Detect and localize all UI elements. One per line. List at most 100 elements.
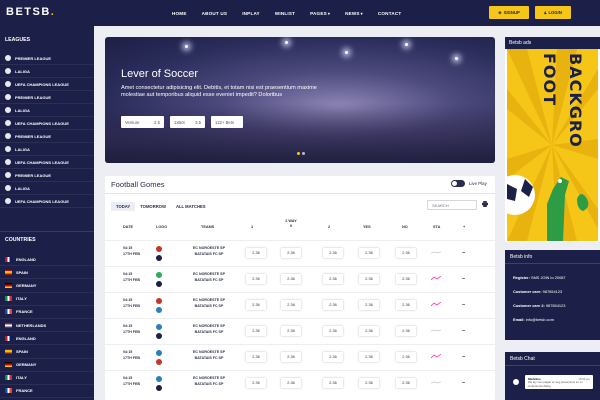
sidebar-item-label: ITALY xyxy=(16,375,27,381)
sidebar-item-country[interactable]: SPAIN xyxy=(0,266,94,280)
minus-icon[interactable] xyxy=(462,304,465,305)
odd-button[interactable]: 2.36 xyxy=(246,248,266,258)
ad-text-background: BACKGRO xyxy=(566,53,585,148)
tab-all-matches[interactable]: ALL MATCHES xyxy=(171,202,211,211)
odd-button[interactable]: 2.36 xyxy=(323,326,343,336)
odd-button[interactable]: 2.36 xyxy=(246,326,266,336)
login-button[interactable]: 🔒︎ LOGIN xyxy=(535,6,571,19)
odd-button[interactable]: 2.36 xyxy=(323,300,343,310)
sidebar-item-league[interactable]: PREMIER LEAGUE xyxy=(0,52,94,65)
sidebar-item-league[interactable]: PREMIER LEAGUE xyxy=(0,169,94,182)
nav-contact[interactable]: CONTACT xyxy=(378,11,402,16)
odd-button[interactable]: 2.36 xyxy=(396,326,416,336)
sidebar-item-league[interactable]: UEFA CHAMPIONS LEAGUE xyxy=(0,78,94,91)
odd-button[interactable]: 2.36 xyxy=(359,248,379,258)
table-row[interactable]: 04:15 17TH FEB EC NOROESTE SP BATATAIS FC S… xyxy=(105,292,495,316)
odd-button[interactable]: 2.36 xyxy=(323,378,343,388)
odd-button[interactable]: 2.36 xyxy=(359,326,379,336)
info-title: Betsb info xyxy=(505,250,600,264)
sidebar-item-country[interactable]: ITALY xyxy=(0,293,94,306)
odd-button[interactable]: 2.36 xyxy=(281,378,301,388)
sidebar-item-country[interactable]: ENGLAND xyxy=(0,253,94,267)
sidebar-item-country[interactable]: SPAIN xyxy=(0,345,94,359)
sidebar-item-country[interactable]: GERMANY xyxy=(0,279,94,293)
sidebar-item-country[interactable]: NETHERLANDS xyxy=(0,319,94,333)
nav-pages[interactable]: PAGES▾ xyxy=(310,11,330,16)
login-label: LOGIN xyxy=(548,10,562,15)
sidebar-item-league[interactable]: PREMIER LEAGUE xyxy=(0,91,94,104)
site-logo[interactable]: BETSB. xyxy=(6,6,55,18)
table-row[interactable]: 04:15 17TH FEB EC NOROESTE SP BATATAIS FC S… xyxy=(105,266,495,290)
sidebar-item-league[interactable]: LALIGA xyxy=(0,182,94,195)
sidebar-item-label: FRANCE xyxy=(16,309,33,315)
sidebar-item-country[interactable]: GERMANY xyxy=(0,359,94,372)
print-icon[interactable] xyxy=(482,201,488,207)
nav-inplay[interactable]: INPLAY xyxy=(242,11,260,16)
email-value[interactable]: info@betsb.com xyxy=(526,317,554,322)
hero-odd-pill[interactable]: 1xBet 3.5 xyxy=(170,116,205,128)
odd-button[interactable]: 2.36 xyxy=(323,248,343,258)
team-logo-icon xyxy=(156,333,162,339)
pagination-dot[interactable] xyxy=(302,152,305,155)
odd-button[interactable]: 2.36 xyxy=(281,352,301,362)
odd-button[interactable]: 2.36 xyxy=(281,300,301,310)
table-row[interactable]: 04:15 17TH FEB EC NOROESTE SP BATATAIS FC S… xyxy=(105,240,495,264)
avatar xyxy=(513,379,519,385)
search-input[interactable] xyxy=(427,200,477,210)
odd-button[interactable]: 2.36 xyxy=(281,326,301,336)
odd-button[interactable]: 2.36 xyxy=(359,378,379,388)
live-play-toggle[interactable] xyxy=(451,180,465,187)
sidebar-item-country[interactable]: ENGLAND xyxy=(0,332,94,346)
odd-button[interactable]: 2.36 xyxy=(359,274,379,284)
sidebar-item-league[interactable]: UEFA CHAMPIONS LEAGUE xyxy=(0,156,94,169)
table-row[interactable]: 04:15 17TH FEB EC NOROESTE SP BATATAIS FC S… xyxy=(105,370,495,394)
sidebar-item-league[interactable]: PREMIER LEAGUE xyxy=(0,130,94,143)
sidebar-item-label: ENGLAND xyxy=(16,335,36,341)
odd-button[interactable]: 2.36 xyxy=(396,378,416,388)
sidebar-item-league[interactable]: UEFA CHAMPIONS LEAGUE xyxy=(0,117,94,130)
nav-about-us[interactable]: ABOUT US xyxy=(202,11,228,16)
minus-icon[interactable] xyxy=(462,356,465,357)
sidebar-item-country[interactable]: ITALY xyxy=(0,372,94,385)
odd-button[interactable]: 2.36 xyxy=(246,274,266,284)
team-logo-icon xyxy=(156,246,162,252)
odd-button[interactable]: 2.36 xyxy=(396,300,416,310)
odd-button[interactable]: 2.36 xyxy=(396,274,416,284)
nav-news[interactable]: NEWS▾ xyxy=(345,11,363,16)
nav-winlist[interactable]: WINLIST xyxy=(275,11,295,16)
odd-button[interactable]: 2.36 xyxy=(246,352,266,362)
hero-odd-pill[interactable]: Venture 2.5 xyxy=(121,116,164,128)
sidebar-item-league[interactable]: LALIGA xyxy=(0,143,94,156)
tab-tomorrow[interactable]: TOMORROW xyxy=(135,202,171,211)
odd-button[interactable]: 2.36 xyxy=(359,300,379,310)
sidebar-item-label: SPAIN xyxy=(16,348,28,354)
signup-button[interactable]: ⊕ SIGNUP xyxy=(489,6,529,19)
odd-button[interactable]: 2.36 xyxy=(246,378,266,388)
ad-banner-image[interactable]: FOOT BACKGRO xyxy=(507,49,598,241)
minus-icon[interactable] xyxy=(462,252,465,253)
odd-button[interactable]: 2.36 xyxy=(323,274,343,284)
nav-home[interactable]: HOME xyxy=(172,11,187,16)
odd-button[interactable]: 2.36 xyxy=(281,274,301,284)
odd-button[interactable]: 2.36 xyxy=(396,352,416,362)
sidebar-item-league[interactable]: LALIGA xyxy=(0,65,94,78)
sidebar-item-label: ITALY xyxy=(16,296,27,302)
sidebar-item-league[interactable]: UEFA CHAMPIONS LEAGUE xyxy=(0,195,94,208)
sidebar-item-country[interactable]: FRANCE xyxy=(0,306,94,319)
table-row[interactable]: 04:15 17TH FEB EC NOROESTE SP BATATAIS FC S… xyxy=(105,318,495,342)
tab-today[interactable]: TODAY xyxy=(111,202,136,211)
minus-icon[interactable] xyxy=(462,330,465,331)
odd-button[interactable]: 2.36 xyxy=(281,248,301,258)
odd-button[interactable]: 2.36 xyxy=(323,352,343,362)
pagination-dot[interactable] xyxy=(297,152,300,155)
minus-icon[interactable] xyxy=(462,382,465,383)
hero-odd-pill[interactable]: 122+ Bets xyxy=(211,116,243,128)
sidebar-item-label: SPAIN xyxy=(16,269,28,275)
odd-button[interactable]: 2.36 xyxy=(246,300,266,310)
sidebar-item-league[interactable]: LALIGA xyxy=(0,104,94,117)
odd-button[interactable]: 2.36 xyxy=(359,352,379,362)
odd-button[interactable]: 2.36 xyxy=(396,248,416,258)
table-row[interactable]: 04:15 17TH FEB EC NOROESTE SP BATATAIS FC S… xyxy=(105,344,495,368)
minus-icon[interactable] xyxy=(462,278,465,279)
sidebar-item-country[interactable]: FRANCE xyxy=(0,385,94,399)
